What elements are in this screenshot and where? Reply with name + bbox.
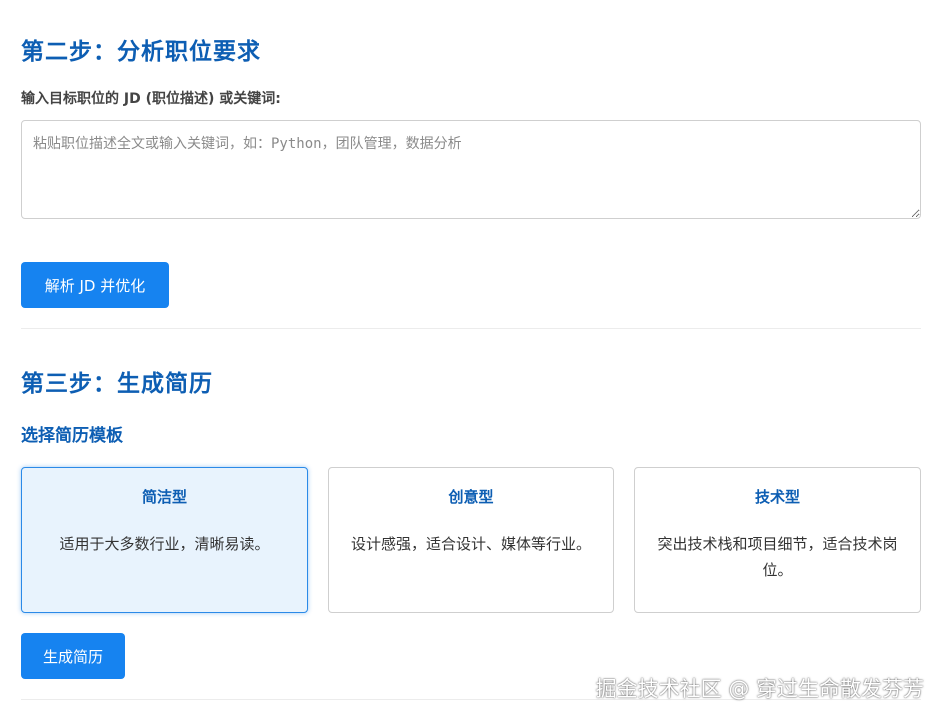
template-description: 突出技术栈和项目细节，适合技术岗位。 — [657, 535, 898, 579]
jd-input[interactable] — [21, 120, 921, 219]
watermark: 掘金技术社区 @ 穿过生命散发芬芳 — [595, 677, 924, 701]
template-name: 创意型 — [448, 488, 494, 506]
parse-jd-button[interactable]: 解析 JD 并优化 — [21, 262, 169, 308]
section-divider — [21, 328, 921, 329]
generate-resume-button[interactable]: 生成简历 — [21, 633, 125, 679]
step2-title: 第二步：分析职位要求 — [21, 39, 261, 65]
jd-field-label: 输入目标职位的 JD (职位描述) 或关键词: — [21, 91, 281, 107]
step3-title: 第三步：生成简历 — [21, 371, 213, 397]
template-card-technical[interactable]: 技术型 突出技术栈和项目细节，适合技术岗位。 — [634, 467, 921, 613]
template-card-simple[interactable]: 简洁型 适用于大多数行业，清晰易读。 — [21, 467, 308, 613]
template-description: 设计感强，适合设计、媒体等行业。 — [350, 535, 591, 553]
template-name: 技术型 — [754, 488, 800, 506]
resume-builder-page: 第二步：分析职位要求 输入目标职位的 JD (职位描述) 或关键词: 解析 JD… — [0, 0, 944, 720]
template-heading: 选择简历模板 — [21, 426, 123, 446]
template-name: 简洁型 — [141, 488, 187, 506]
template-card-creative[interactable]: 创意型 设计感强，适合设计、媒体等行业。 — [328, 467, 614, 613]
template-description: 适用于大多数行业，清晰易读。 — [59, 535, 270, 553]
